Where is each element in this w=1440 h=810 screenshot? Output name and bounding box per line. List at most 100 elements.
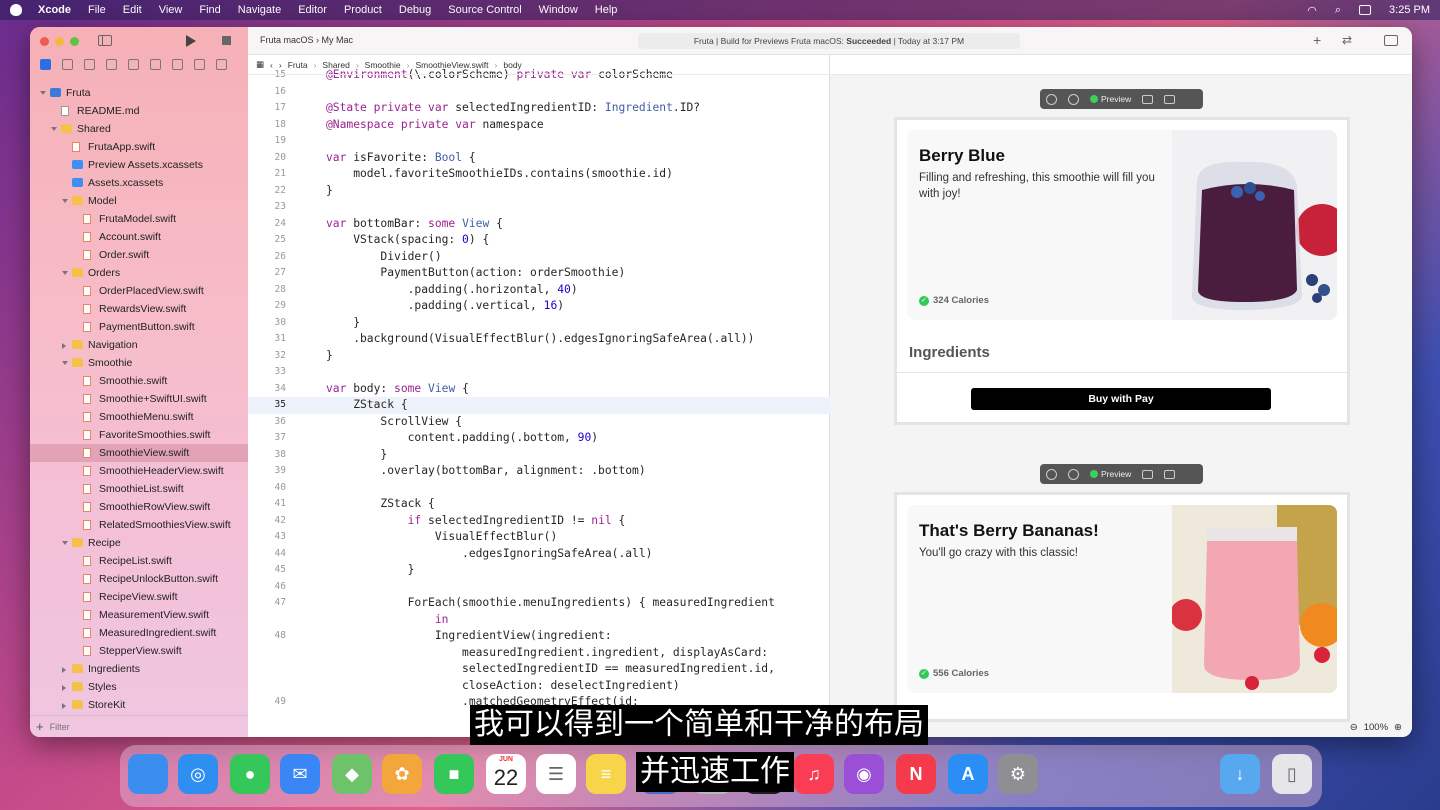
preview-button[interactable]: Preview <box>1090 469 1131 479</box>
wifi-icon[interactable]: ◠ <box>1307 4 1317 17</box>
disclosure-open-icon[interactable] <box>62 541 68 545</box>
navigator-group[interactable]: Orders <box>30 264 248 282</box>
navigator-file[interactable]: SmoothieList.swift <box>30 480 248 498</box>
app-store-icon[interactable]: A <box>948 754 988 794</box>
code-line[interactable]: 37 content.padding(.bottom, 90) <box>248 430 830 447</box>
related-items-icon[interactable]: ▦ <box>256 59 264 70</box>
code-line[interactable]: 17 @State private var selectedIngredientI… <box>248 100 830 117</box>
navigator-file[interactable]: RecipeUnlockButton.swift <box>30 570 248 588</box>
maps-icon[interactable]: ◆ <box>332 754 372 794</box>
disclosure-open-icon[interactable] <box>62 361 68 365</box>
reminders-icon[interactable]: ☰ <box>536 754 576 794</box>
live-preview-icon[interactable] <box>1046 93 1057 105</box>
navigator-file[interactable]: SmoothieRowView.swift <box>30 498 248 516</box>
code-line[interactable]: 46 <box>248 579 830 596</box>
menu-editor[interactable]: Editor <box>298 4 327 16</box>
code-line[interactable]: 24 var bottomBar: some View { <box>248 216 830 233</box>
menu-find[interactable]: Find <box>199 4 220 16</box>
navigator-filter-input[interactable] <box>49 719 242 734</box>
symbol-navigator-icon[interactable] <box>84 59 95 70</box>
trash-icon[interactable]: ▯ <box>1272 754 1312 794</box>
music-icon[interactable]: ♫ <box>794 754 834 794</box>
navigator-file[interactable]: README.md <box>30 102 248 120</box>
jump-project[interactable]: Fruta <box>288 60 308 70</box>
disclosure-closed-icon[interactable] <box>62 667 66 673</box>
code-area[interactable]: 15 @Environment(\.colorScheme) private va… <box>248 67 830 729</box>
navigator-file[interactable]: Smoothie+SwiftUI.swift <box>30 390 248 408</box>
project-navigator-icon[interactable] <box>40 59 51 70</box>
menu-window[interactable]: Window <box>539 4 578 16</box>
navigator-file[interactable]: Fruta <box>30 84 248 102</box>
system-preferences-icon[interactable]: ⚙ <box>998 754 1038 794</box>
code-line[interactable]: 48 IngredientView(ingredient: <box>248 628 830 645</box>
run-button[interactable] <box>186 35 196 47</box>
library-add-icon[interactable]: + <box>1313 32 1321 48</box>
navigator-group[interactable]: StoreKit <box>30 696 248 714</box>
zoom-level[interactable]: 100% <box>1364 722 1388 733</box>
navigator-file[interactable]: MeasurementView.swift <box>30 606 248 624</box>
navigator-group[interactable]: Navigation <box>30 336 248 354</box>
downloads-folder-icon[interactable]: ↓ <box>1220 754 1260 794</box>
control-center-icon[interactable] <box>1359 5 1372 15</box>
navigator-file[interactable]: RewardsView.swift <box>30 300 248 318</box>
code-line[interactable]: 40 <box>248 480 830 497</box>
code-line[interactable]: 33 <box>248 364 830 381</box>
device-settings-icon[interactable] <box>1142 94 1154 104</box>
window-zoom-button[interactable] <box>70 37 79 46</box>
navigator-group[interactable]: Model <box>30 192 248 210</box>
zoom-out-icon[interactable]: ⊖ <box>1350 722 1358 733</box>
jump-file[interactable]: SmoothieView.swift <box>415 60 488 70</box>
navigator-group[interactable]: Ingredients <box>30 660 248 678</box>
sidebar-toggle-icon[interactable] <box>98 35 112 46</box>
inspect-preview-icon[interactable] <box>1068 468 1079 480</box>
apple-menu-icon[interactable] <box>10 4 22 16</box>
code-line[interactable]: 20 var isFavorite: Bool { <box>248 150 830 167</box>
navigator-group[interactable]: Smoothie <box>30 354 248 372</box>
navigator-file[interactable]: SmoothieView.swift <box>30 444 248 462</box>
disclosure-closed-icon[interactable] <box>62 685 66 691</box>
code-line[interactable]: measuredIngredient.ingredient, displayAs… <box>248 645 830 662</box>
calendar-icon[interactable]: JUN 22 <box>486 754 526 794</box>
code-line[interactable]: in <box>248 612 830 629</box>
code-line[interactable]: 26 Divider() <box>248 249 830 266</box>
navigator-file[interactable]: RecipeList.swift <box>30 552 248 570</box>
disclosure-open-icon[interactable] <box>62 199 68 203</box>
notes-icon[interactable]: ≡ <box>586 754 626 794</box>
code-line[interactable]: 27 PaymentButton(action: orderSmoothie) <box>248 265 830 282</box>
code-line[interactable]: 31 .background(VisualEffectBlur().edgesI… <box>248 331 830 348</box>
apple-pay-button[interactable]: Buy with Pay <box>971 388 1271 410</box>
code-line[interactable]: 28 .padding(.horizontal, 40) <box>248 282 830 299</box>
test-navigator-icon[interactable] <box>150 59 161 70</box>
disclosure-open-icon[interactable] <box>40 91 46 95</box>
navigator-file[interactable]: Order.swift <box>30 246 248 264</box>
preview-button[interactable]: Preview <box>1090 94 1131 104</box>
navigator-file[interactable]: StepperView.swift <box>30 642 248 660</box>
issue-navigator-icon[interactable] <box>128 59 139 70</box>
navigator-file[interactable]: PaymentButton.swift <box>30 318 248 336</box>
navigator-file[interactable]: SmoothieMenu.swift <box>30 408 248 426</box>
find-navigator-icon[interactable] <box>106 59 117 70</box>
jump-symbol[interactable]: body <box>503 60 521 70</box>
navigator-file[interactable]: Smoothie.swift <box>30 372 248 390</box>
navigator-file[interactable]: Assets.xcassets <box>30 174 248 192</box>
code-line[interactable]: 35 ZStack { <box>248 397 830 414</box>
navigator-file[interactable]: MeasuredIngredient.swift <box>30 624 248 642</box>
spotlight-icon[interactable]: ⌕ <box>1335 4 1341 17</box>
menu-view[interactable]: View <box>159 4 183 16</box>
code-line[interactable]: 41 ZStack { <box>248 496 830 513</box>
safari-icon[interactable]: ◎ <box>178 754 218 794</box>
facetime-icon[interactable]: ■ <box>434 754 474 794</box>
navigator-file[interactable]: Preview Assets.xcassets <box>30 156 248 174</box>
report-navigator-icon[interactable] <box>216 59 227 70</box>
photos-icon[interactable]: ✿ <box>382 754 422 794</box>
code-line[interactable]: 38 } <box>248 447 830 464</box>
debug-navigator-icon[interactable] <box>172 59 183 70</box>
code-line[interactable]: 19 <box>248 133 830 150</box>
news-icon[interactable]: N <box>896 754 936 794</box>
navigator-file[interactable]: RecipeView.swift <box>30 588 248 606</box>
navigator-file[interactable]: FrutaModel.swift <box>30 210 248 228</box>
navigator-file[interactable]: FavoriteSmoothies.swift <box>30 426 248 444</box>
device-settings-icon[interactable] <box>1142 469 1154 479</box>
code-line[interactable]: 16 <box>248 84 830 101</box>
code-line[interactable]: selectedIngredientID == measuredIngredie… <box>248 661 830 678</box>
